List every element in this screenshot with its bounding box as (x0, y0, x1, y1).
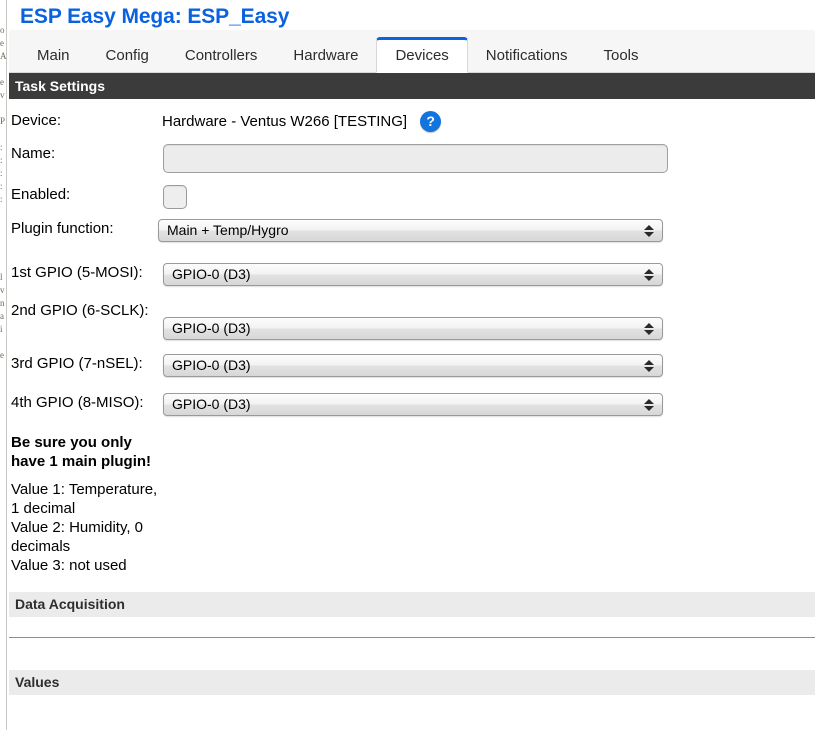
plugin-notes: Be sure you only have 1 main plugin! Val… (9, 433, 159, 575)
tab-main[interactable]: Main (19, 39, 88, 73)
stepper-arrows-icon (644, 220, 654, 241)
gpio-1-field: GPIO-0 (D3) (158, 263, 815, 286)
tab-controllers[interactable]: Controllers (167, 39, 276, 73)
row-gpio-2: 2nd GPIO (6-SCLK): GPIO-0 (D3) (9, 301, 815, 340)
row-gpio-4: 4th GPIO (8-MISO): GPIO-0 (D3) (9, 393, 815, 416)
gpio-4-selected-value: GPIO-0 (D3) (172, 396, 251, 412)
plugin-function-label: Plugin function: (11, 220, 114, 237)
row-plugin-function: Plugin function: Main + Temp/Hygro (9, 219, 815, 242)
gpio-2-label: 2nd GPIO (6-SCLK): (11, 302, 149, 319)
stepper-arrows-icon (644, 394, 654, 415)
name-input[interactable] (163, 144, 668, 173)
device-value: Hardware - Ventus W266 [TESTING] (162, 113, 408, 130)
stepper-arrows-icon (644, 318, 654, 339)
main-plugin-warning: Be sure you only have 1 main plugin! (11, 434, 152, 470)
question-mark-icon[interactable]: ? (420, 111, 442, 132)
gpio-2-select[interactable]: GPIO-0 (D3) (163, 317, 663, 340)
row-name: Name: (9, 144, 815, 173)
gpio-4-field: GPIO-0 (D3) (158, 393, 815, 416)
name-field (158, 144, 815, 173)
task-settings-form: Device: Hardware - Ventus W266 [TESTING]… (9, 99, 815, 575)
stepper-arrows-icon (644, 355, 654, 376)
row-device: Device: Hardware - Ventus W266 [TESTING]… (9, 111, 815, 133)
gpio-3-label: 3rd GPIO (7-nSEL): (11, 355, 143, 372)
gpio-3-field: GPIO-0 (D3) (158, 354, 815, 377)
gpio-4-select[interactable]: GPIO-0 (D3) (163, 393, 663, 416)
row-gpio-1: 1st GPIO (5-MOSI): GPIO-0 (D3) (9, 263, 815, 286)
gpio-3-selected-value: GPIO-0 (D3) (172, 357, 251, 373)
device-value-wrap: Hardware - Ventus W266 [TESTING] ? (158, 111, 815, 132)
section-header-data-acquisition: Data Acquisition (9, 592, 815, 617)
enabled-field (158, 185, 815, 209)
tab-devices[interactable]: Devices (376, 37, 468, 73)
tab-notifications[interactable]: Notifications (468, 39, 586, 73)
gpio-1-selected-value: GPIO-0 (D3) (172, 266, 251, 282)
plugin-function-select[interactable]: Main + Temp/Hygro (158, 219, 663, 242)
row-gpio-3: 3rd GPIO (7-nSEL): GPIO-0 (D3) (9, 354, 815, 377)
gpio-2-selected-value: GPIO-0 (D3) (172, 320, 251, 336)
edge-fragment-text: o e A e v P : : : : : l v n a i e (0, 25, 7, 360)
data-acquisition-body (9, 638, 815, 670)
clipped-left-edge-artifact: o e A e v P : : : : : l v n a i e (0, 0, 9, 730)
enabled-checkbox[interactable] (163, 185, 187, 209)
tab-config[interactable]: Config (88, 39, 167, 73)
section-header-task-settings: Task Settings (9, 73, 815, 99)
stepper-arrows-icon (644, 264, 654, 285)
plugin-function-selected-value: Main + Temp/Hygro (167, 222, 289, 238)
name-label: Name: (11, 145, 56, 162)
plugin-function-field: Main + Temp/Hygro (158, 219, 815, 242)
main-navigation-tabs: Main Config Controllers Hardware Devices… (9, 30, 815, 73)
gpio-3-select[interactable]: GPIO-0 (D3) (163, 354, 663, 377)
gpio-1-label: 1st GPIO (5-MOSI): (11, 264, 143, 281)
gpio-2-field: GPIO-0 (D3) (158, 301, 815, 340)
section-header-values: Values (9, 670, 815, 695)
tab-tools[interactable]: Tools (586, 39, 657, 73)
plugin-values-info: Value 1: Temperature, 1 decimal Value 2:… (11, 481, 158, 574)
gpio-4-label: 4th GPIO (8-MISO): (11, 394, 144, 411)
device-label: Device: (11, 112, 62, 129)
browser-page: ESP Easy Mega: ESP_Easy Main Config Cont… (9, 0, 815, 730)
device-field: Hardware - Ventus W266 [TESTING] ? (158, 111, 815, 132)
tab-hardware[interactable]: Hardware (275, 39, 376, 73)
enabled-label: Enabled: (11, 186, 71, 203)
page-title: ESP Easy Mega: ESP_Easy (20, 5, 290, 28)
row-enabled: Enabled: (9, 185, 815, 209)
gpio-1-select[interactable]: GPIO-0 (D3) (163, 263, 663, 286)
